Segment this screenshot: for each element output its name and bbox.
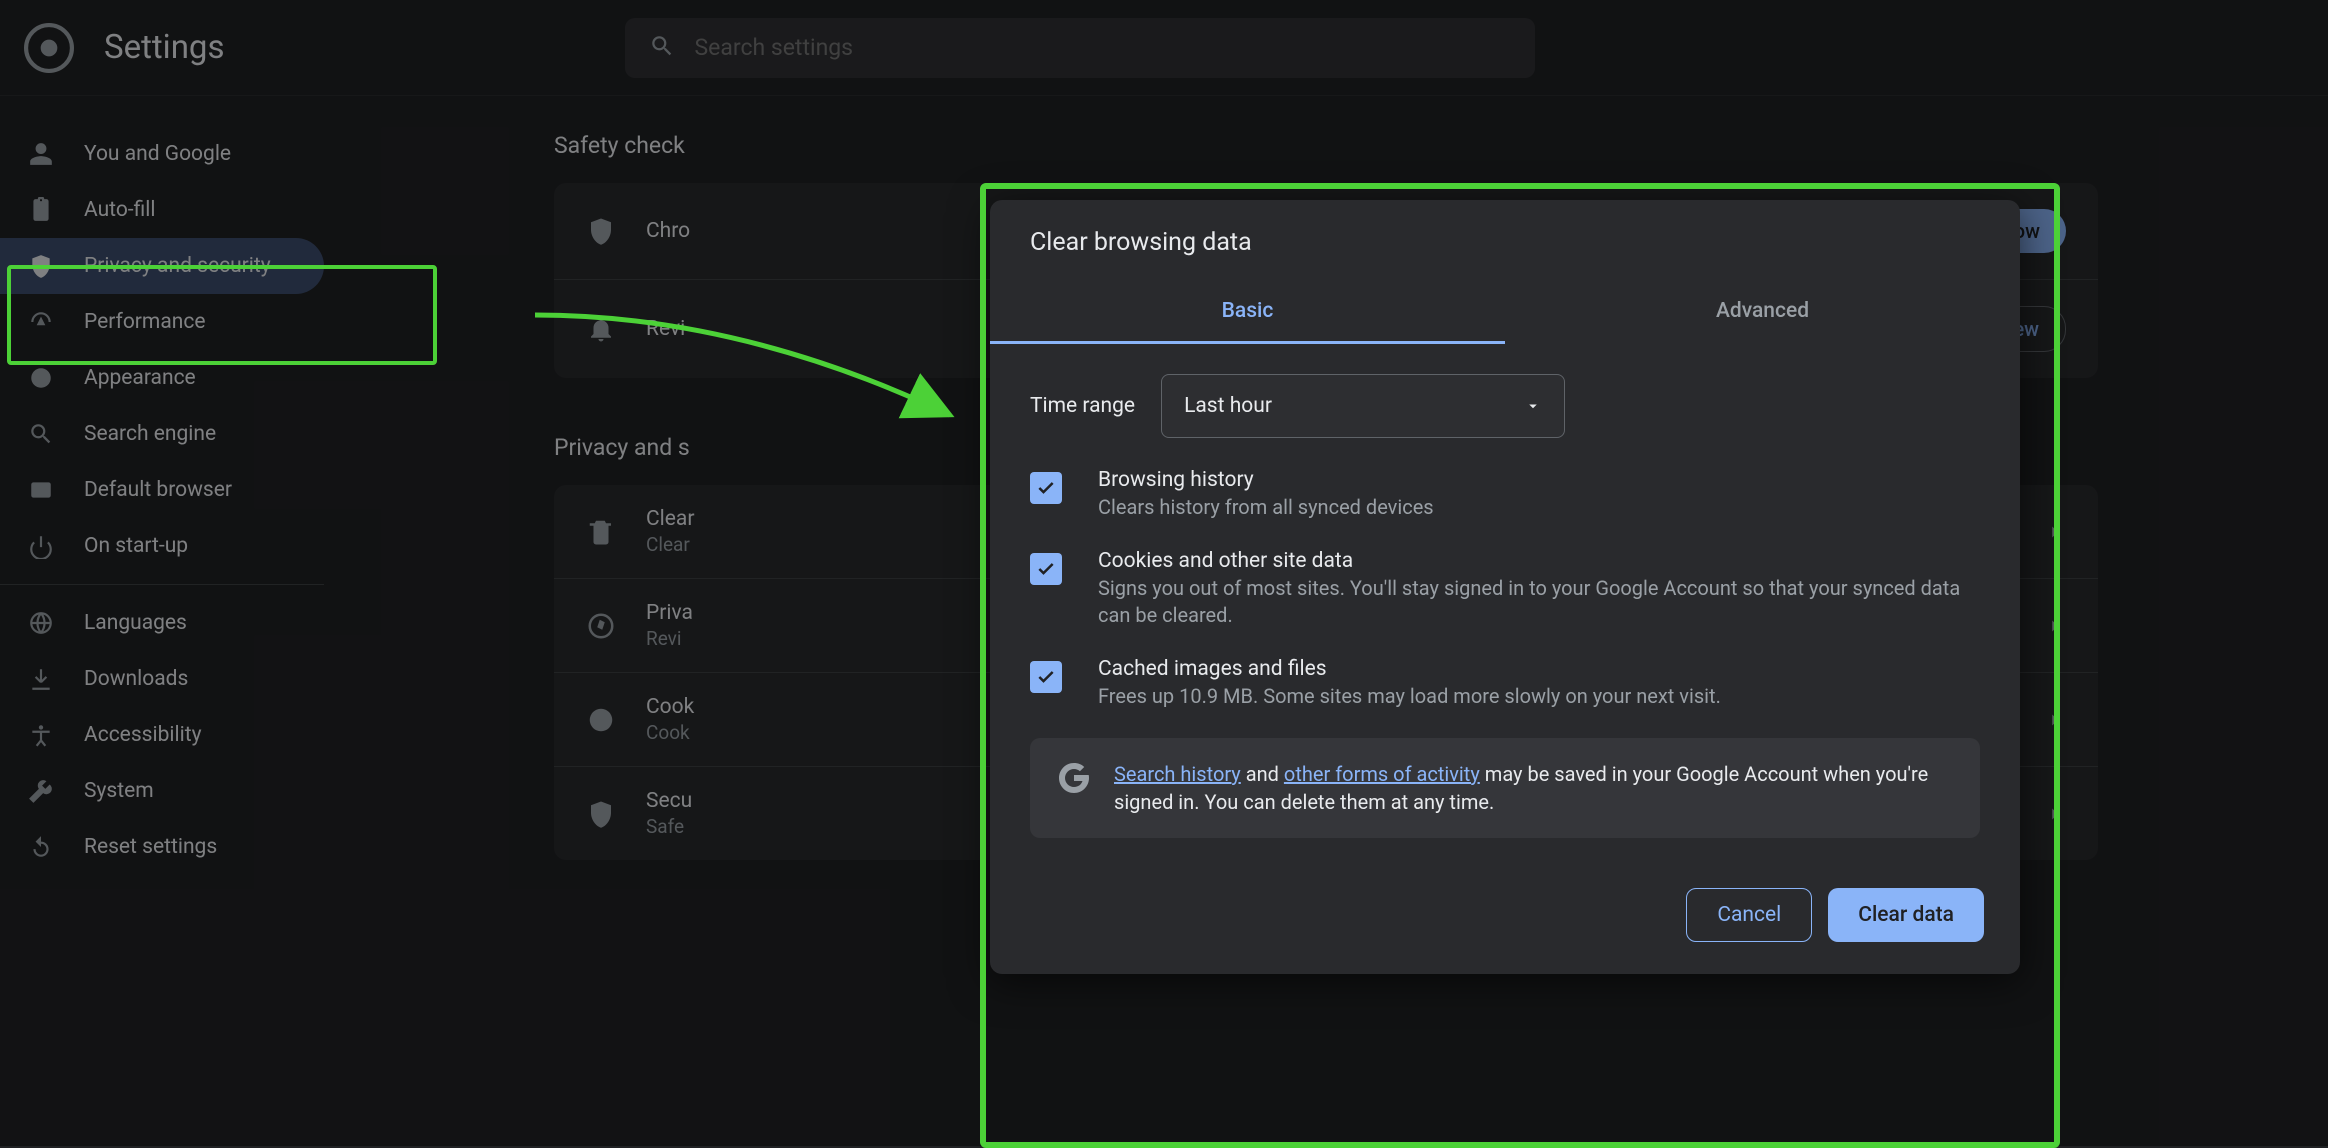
tab-basic[interactable]: Basic: [990, 281, 1505, 344]
checkbox-cached[interactable]: [1030, 661, 1062, 693]
option-desc: Clears history from all synced devices: [1098, 494, 1434, 521]
clear-browsing-data-dialog: Clear browsing data Basic Advanced Time …: [990, 200, 2020, 974]
google-account-info: Search history and other forms of activi…: [1030, 738, 1980, 838]
time-range-label: Time range: [1030, 394, 1135, 418]
info-text-mid: and: [1241, 762, 1284, 786]
option-desc: Frees up 10.9 MB. Some sites may load mo…: [1098, 683, 1721, 710]
option-title: Browsing history: [1098, 468, 1434, 492]
option-title: Cookies and other site data: [1098, 549, 1980, 573]
tab-advanced[interactable]: Advanced: [1505, 281, 2020, 344]
cancel-button[interactable]: Cancel: [1686, 888, 1812, 942]
clear-data-button[interactable]: Clear data: [1828, 888, 1984, 942]
option-title: Cached images and files: [1098, 657, 1721, 681]
time-range-dropdown[interactable]: Last hour: [1161, 374, 1565, 438]
checkbox-cookies[interactable]: [1030, 553, 1062, 585]
link-search-history[interactable]: Search history: [1114, 762, 1241, 786]
info-text: Search history and other forms of activi…: [1114, 760, 1954, 816]
link-other-activity[interactable]: other forms of activity: [1284, 762, 1480, 786]
checkbox-browsing-history[interactable]: [1030, 472, 1062, 504]
dropdown-value: Last hour: [1184, 394, 1272, 418]
dialog-tabs: Basic Advanced: [990, 281, 2020, 344]
option-desc: Signs you out of most sites. You'll stay…: [1098, 575, 1980, 629]
option-cookies: Cookies and other site data Signs you ou…: [1030, 549, 1980, 629]
option-cached: Cached images and files Frees up 10.9 MB…: [1030, 657, 1980, 710]
chevron-down-icon: [1524, 397, 1542, 415]
option-browsing-history: Browsing history Clears history from all…: [1030, 468, 1980, 521]
google-icon: [1056, 760, 1092, 796]
dialog-title: Clear browsing data: [990, 200, 2020, 281]
